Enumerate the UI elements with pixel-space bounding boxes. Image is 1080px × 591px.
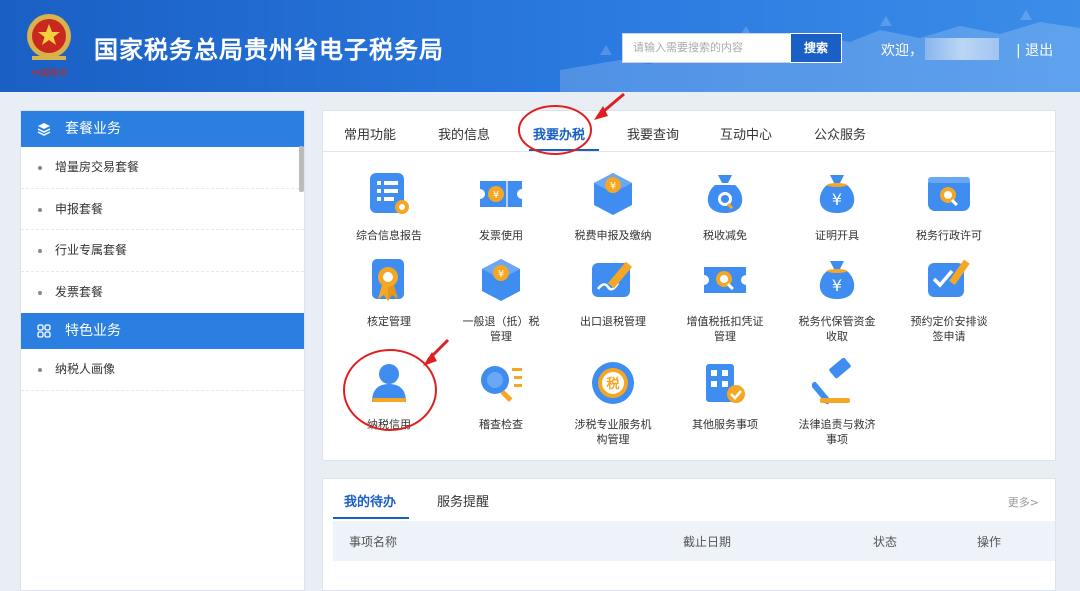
gavel-icon xyxy=(811,357,851,405)
func-custody-fund[interactable]: ¥ 税务代保管资金 收取 xyxy=(782,255,892,344)
site-title: 国家税务总局贵州省电子税务局 xyxy=(94,36,444,64)
todo-panel: 我的待办 服务提醒 更多> 事项名称 截止日期 状态 操作 xyxy=(322,478,1056,591)
svg-text:税: 税 xyxy=(606,376,619,392)
sidebar-item-declaration[interactable]: 申报套餐 xyxy=(21,189,304,230)
tax-seal-icon: 税 xyxy=(592,362,634,404)
layers-icon xyxy=(37,123,51,136)
tab-public-service[interactable]: 公众服务 xyxy=(814,124,866,143)
checklist-pen-icon xyxy=(928,259,970,297)
func-tax-credit[interactable]: 纳税信用 xyxy=(334,358,444,432)
func-certificate[interactable]: ¥ 证明开具 xyxy=(782,169,892,243)
sidebar-section-package[interactable]: 套餐业务 xyxy=(21,111,304,147)
sidebar-item-invoice[interactable]: 发票套餐 xyxy=(21,272,304,314)
logout-link[interactable]: | 退出 xyxy=(1016,40,1053,60)
tab-my-info[interactable]: 我的信息 xyxy=(438,124,490,143)
column-deadline: 截止日期 xyxy=(683,535,732,549)
func-apa-application[interactable]: 预约定价安排谈 签申请 xyxy=(894,255,1004,344)
func-export-refund[interactable]: 出口退税管理 xyxy=(558,255,668,329)
svg-text:¥: ¥ xyxy=(832,190,842,209)
grid-icon xyxy=(37,324,51,338)
active-tab-underline xyxy=(333,517,409,519)
emblem-caption: 中国税务 xyxy=(31,68,68,79)
tab-interaction[interactable]: 互动中心 xyxy=(720,124,772,143)
money-bag-yuan-icon: ¥ xyxy=(819,261,855,299)
magnifier-list-icon xyxy=(481,366,522,403)
username-redacted xyxy=(925,38,999,60)
report-icon xyxy=(370,173,409,214)
sidebar-item-housing[interactable]: 增量房交易套餐 xyxy=(21,147,304,189)
todo-tab-bar: 我的待办 服务提醒 更多> xyxy=(323,479,1055,521)
func-other-services[interactable]: 其他服务事项 xyxy=(670,358,780,432)
func-declare-pay[interactable]: ¥ 税费申报及缴纳 xyxy=(558,169,668,243)
func-invoice-use[interactable]: ¥ 发票使用 xyxy=(446,169,556,243)
header-bar: 中国税务 国家税务总局贵州省电子税务局 请输入需要搜索的内容 搜索 欢迎， | … xyxy=(0,0,1080,92)
user-icon xyxy=(372,364,406,402)
svg-text:¥: ¥ xyxy=(610,181,616,192)
tab-bar: 常用功能 我的信息 我要办税 我要查询 互动中心 公众服务 xyxy=(323,111,1055,152)
svg-text:¥: ¥ xyxy=(493,190,499,201)
sidebar-item-taxpayer-profile[interactable]: 纳税人画像 xyxy=(21,349,304,391)
sidebar-section-label: 特色业务 xyxy=(65,323,121,339)
tab-my-todo[interactable]: 我的待办 xyxy=(344,491,396,510)
search-window-icon xyxy=(928,177,970,211)
tax-emblem-icon: 中国税务 xyxy=(27,14,71,79)
welcome-text: 欢迎， xyxy=(881,43,923,59)
sidebar-scrollbar[interactable] xyxy=(299,146,304,192)
tab-query[interactable]: 我要查询 xyxy=(627,124,679,143)
svg-text:¥: ¥ xyxy=(498,269,504,280)
sidebar-item-industry[interactable]: 行业专属套餐 xyxy=(21,230,304,272)
sidebar: 套餐业务 增量房交易套餐 申报套餐 行业专属套餐 发票套餐 特色业务 纳税人画像 xyxy=(20,110,305,591)
column-action: 操作 xyxy=(977,535,1002,549)
sidebar-section-special[interactable]: 特色业务 xyxy=(21,313,304,349)
search-input[interactable]: 请输入需要搜索的内容 xyxy=(622,33,790,63)
tab-common[interactable]: 常用功能 xyxy=(344,124,396,143)
func-legal-remedy[interactable]: 法律追责与救济 事项 xyxy=(782,357,892,447)
cube-yuan-icon: ¥ xyxy=(482,259,520,301)
tab-service-reminder[interactable]: 服务提醒 xyxy=(437,491,489,510)
func-refund[interactable]: ¥ 一般退（抵）税 管理 xyxy=(446,255,556,344)
func-agency-management[interactable]: 税 涉税专业服务机 构管理 xyxy=(558,358,668,447)
edit-pencil-icon xyxy=(592,261,633,297)
search-button[interactable]: 搜索 xyxy=(790,33,842,63)
sidebar-section-label: 套餐业务 xyxy=(65,121,121,137)
func-assessment[interactable]: 核定管理 xyxy=(334,255,444,329)
func-admin-license[interactable]: 税务行政许可 xyxy=(894,169,1004,243)
cube-yuan-icon: ¥ xyxy=(594,173,632,215)
column-item-name: 事项名称 xyxy=(349,535,398,549)
func-inspection[interactable]: 稽查检查 xyxy=(446,358,556,432)
column-status: 状态 xyxy=(873,535,898,549)
money-bag-search-icon xyxy=(707,175,743,213)
func-vat-deduction[interactable]: 增值税抵扣凭证 管理 xyxy=(670,255,780,344)
ticket-search-icon xyxy=(704,267,746,293)
svg-text:¥: ¥ xyxy=(832,276,842,295)
todo-table-header: 事项名称 截止日期 状态 操作 xyxy=(333,521,1055,561)
main-panel: 常用功能 我的信息 我要办税 我要查询 互动中心 公众服务 综合信息报告 ¥ 发… xyxy=(322,110,1056,461)
ticket-icon: ¥ xyxy=(480,181,522,207)
func-tax-relief[interactable]: 税收减免 xyxy=(670,169,780,243)
func-info-report[interactable]: 综合信息报告 xyxy=(334,169,444,243)
active-tab-underline xyxy=(529,149,599,151)
money-bag-yuan-icon: ¥ xyxy=(819,175,855,213)
tab-handle-tax[interactable]: 我要办税 xyxy=(533,124,585,143)
building-check-icon xyxy=(706,364,745,403)
certificate-icon xyxy=(372,259,404,301)
more-link[interactable]: 更多> xyxy=(1008,494,1039,510)
